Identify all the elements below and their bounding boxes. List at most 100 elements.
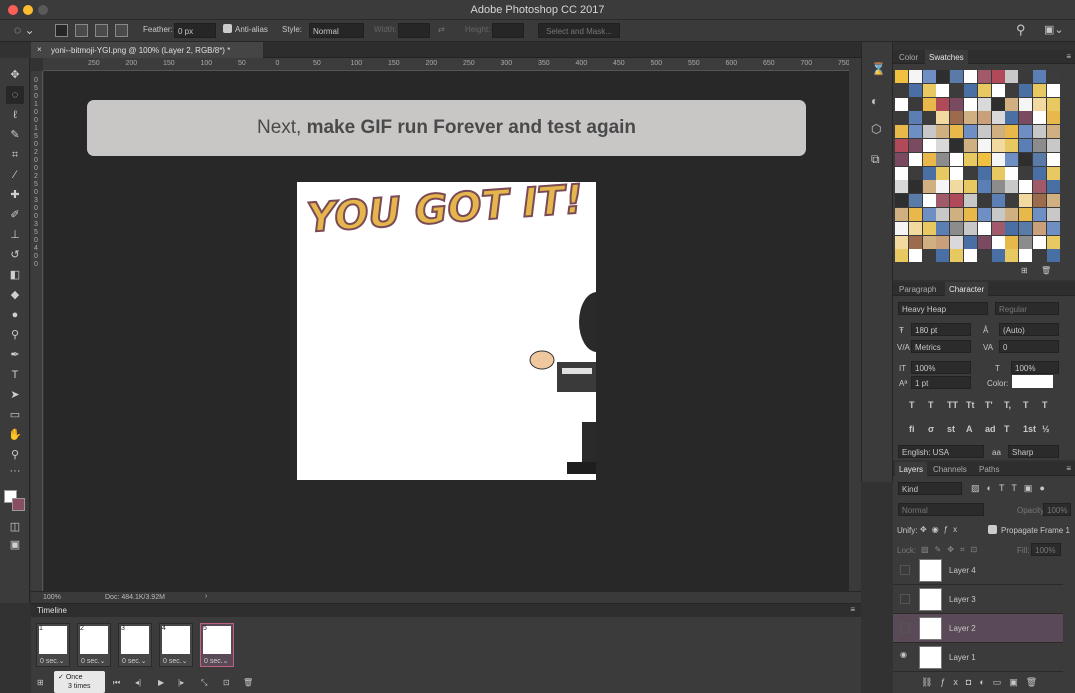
swatch[interactable] — [1019, 180, 1033, 194]
swatch[interactable] — [950, 125, 964, 139]
next-frame-icon[interactable]: |▸ — [178, 678, 184, 687]
swatch[interactable] — [964, 83, 977, 97]
text-color-swatch[interactable] — [1012, 375, 1053, 388]
type-style-button[interactable]: T, — [1004, 400, 1011, 410]
swatch[interactable] — [991, 83, 1005, 97]
swatch[interactable] — [908, 70, 922, 83]
layers-footer-icons[interactable]: ⛓ƒx◘◐▭▣🗑 — [921, 677, 1045, 688]
type-style-button[interactable]: T — [928, 400, 934, 410]
swatch[interactable] — [991, 97, 1005, 111]
leading-field[interactable]: (Auto) — [999, 323, 1059, 336]
layer-row[interactable]: Layer 2 — [893, 614, 1063, 643]
layer-filter-icons[interactable]: ▨◐TT▣● — [971, 483, 1052, 494]
swatch[interactable] — [1005, 139, 1019, 152]
swatch[interactable] — [991, 166, 1005, 180]
swatch[interactable] — [908, 249, 922, 263]
swatch[interactable] — [977, 235, 991, 249]
height-input[interactable] — [492, 23, 524, 38]
swatch[interactable] — [922, 208, 936, 221]
swatch[interactable] — [950, 208, 964, 221]
frame-delay[interactable]: 0 sec.⌄ — [81, 657, 106, 665]
swatch[interactable] — [977, 166, 991, 180]
swatch[interactable] — [1005, 111, 1019, 125]
swatch[interactable] — [936, 111, 950, 125]
swatch[interactable] — [1046, 221, 1060, 235]
opentype-button[interactable]: σ — [928, 424, 934, 434]
swatch[interactable] — [964, 194, 977, 208]
swatch[interactable] — [964, 139, 977, 152]
swatch[interactable] — [936, 83, 950, 97]
swatch[interactable] — [950, 97, 964, 111]
vertical-scrollbar[interactable] — [849, 58, 861, 591]
swatch[interactable] — [936, 221, 950, 235]
antialias-checkbox[interactable] — [223, 24, 232, 33]
swatch[interactable] — [950, 70, 964, 83]
swatch[interactable] — [991, 194, 1005, 208]
swatch[interactable] — [1046, 208, 1060, 221]
swatch[interactable] — [908, 235, 922, 249]
baseline-shift-field[interactable]: 1 pt — [911, 376, 971, 389]
libraries-panel-icon[interactable]: ⧉ — [871, 152, 880, 167]
swatch[interactable] — [1046, 70, 1060, 83]
animation-frame[interactable]: 2 0 sec.⌄ — [77, 623, 111, 667]
swatch[interactable] — [991, 111, 1005, 125]
horizontal-scale-field[interactable]: 100% — [1011, 361, 1059, 374]
type-style-button[interactable]: T — [909, 400, 915, 410]
swatch[interactable] — [1033, 166, 1046, 180]
swatch[interactable] — [1005, 83, 1019, 97]
type-style-button[interactable]: Tt — [966, 400, 975, 410]
swatch[interactable] — [895, 97, 908, 111]
brush-tool-icon[interactable]: ✐ — [6, 206, 24, 224]
swatch[interactable] — [1033, 194, 1046, 208]
swatch[interactable] — [1019, 97, 1033, 111]
previous-frame-icon[interactable]: ◂| — [135, 678, 141, 687]
convert-timeline-icon[interactable]: ⊞ — [37, 678, 44, 687]
frame-delay[interactable]: 0 sec.⌄ — [204, 657, 229, 665]
swatch[interactable] — [1019, 125, 1033, 139]
opentype-button[interactable]: T — [1004, 424, 1010, 434]
propagate-checkbox[interactable] — [988, 525, 997, 534]
swatch[interactable] — [1019, 139, 1033, 152]
quick-mask-icon[interactable]: ◫ — [6, 518, 24, 536]
swatch[interactable] — [895, 208, 908, 221]
swatch[interactable] — [1019, 208, 1033, 221]
swatch[interactable] — [977, 152, 991, 166]
layer-row[interactable]: Layer 4 — [893, 556, 1063, 585]
swatch[interactable] — [922, 97, 936, 111]
pen-tool-icon[interactable]: ✒ — [6, 346, 24, 364]
layers-panel-menu-icon[interactable]: ≡ — [1066, 464, 1071, 473]
swatch[interactable] — [1019, 152, 1033, 166]
loop-option-3-times[interactable]: 3 times — [68, 683, 91, 690]
swatch[interactable] — [895, 194, 908, 208]
status-menu-icon[interactable]: › — [205, 593, 207, 600]
swatch[interactable] — [1005, 180, 1019, 194]
swatch[interactable] — [964, 125, 977, 139]
font-size-field[interactable]: 180 pt — [911, 323, 971, 336]
swatch[interactable] — [977, 83, 991, 97]
swatch[interactable] — [908, 194, 922, 208]
feather-input[interactable]: 0 px — [174, 23, 216, 38]
swatch[interactable] — [908, 152, 922, 166]
swatch[interactable] — [895, 111, 908, 125]
swatch[interactable] — [936, 180, 950, 194]
swatch[interactable] — [950, 139, 964, 152]
swatch[interactable] — [964, 111, 977, 125]
opentype-button[interactable]: 1st — [1023, 424, 1036, 434]
swatch[interactable] — [1033, 180, 1046, 194]
blur-tool-icon[interactable]: ● — [6, 306, 24, 324]
swatch[interactable] — [922, 166, 936, 180]
type-tool-icon[interactable]: T — [6, 366, 24, 384]
crop-tool-icon[interactable]: ⌗ — [6, 146, 24, 164]
swatch[interactable] — [1033, 235, 1046, 249]
type-style-button[interactable]: T — [1023, 400, 1029, 410]
swatch[interactable] — [908, 139, 922, 152]
swatch[interactable] — [895, 70, 908, 83]
type-style-button[interactable]: TT — [947, 400, 958, 410]
swatch[interactable] — [1005, 97, 1019, 111]
swatch[interactable] — [991, 208, 1005, 221]
swatch[interactable] — [936, 208, 950, 221]
swatch[interactable] — [1005, 221, 1019, 235]
healing-tool-icon[interactable]: ✚ — [6, 186, 24, 204]
workspace-icon[interactable]: ▣⌄ — [1044, 23, 1064, 36]
swatch[interactable] — [1046, 235, 1060, 249]
